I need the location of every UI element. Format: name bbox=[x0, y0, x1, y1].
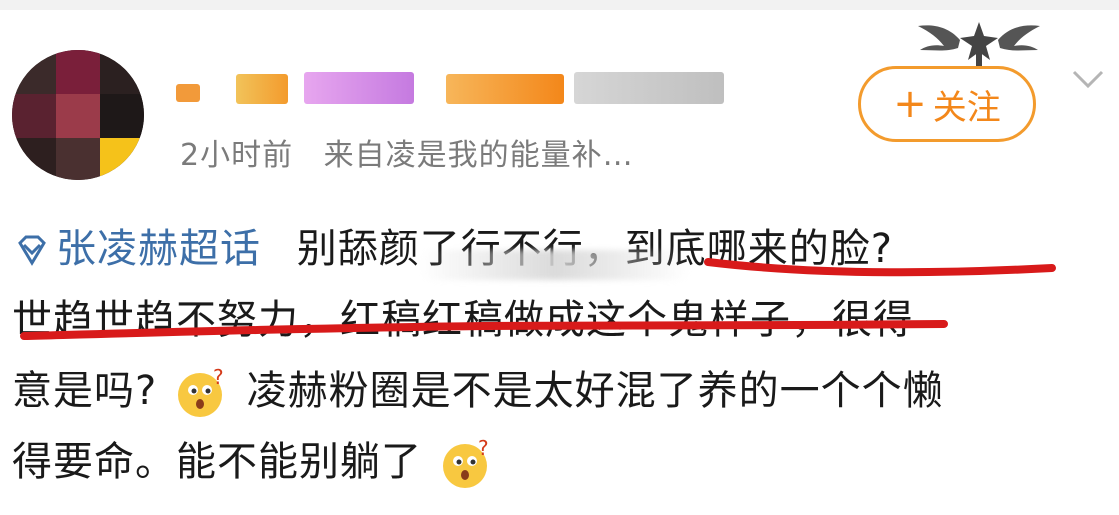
follow-label: 关注 bbox=[932, 87, 1001, 128]
thinking-face-emoji-icon: ? bbox=[442, 437, 490, 488]
post-text-4: 得要命。能不能别躺了 bbox=[12, 439, 422, 485]
avatar[interactable] bbox=[12, 50, 144, 180]
thinking-face-emoji-icon: ? bbox=[177, 366, 225, 417]
blurred-watermark bbox=[420, 250, 690, 280]
supertopic-name: 张凌赫超话 bbox=[56, 226, 261, 272]
post-meta: 2小时前 来自凌是我的能量补… bbox=[180, 130, 634, 174]
fan-badge-icon bbox=[446, 74, 564, 104]
post-line-4: 得要命。能不能别躺了 ? bbox=[12, 427, 498, 498]
post-line-2: 世趋世趋不努力，红稿红稿做成这个鬼样子，很得 bbox=[12, 285, 914, 356]
svg-text:?: ? bbox=[478, 437, 490, 460]
chevron-down-icon[interactable] bbox=[1068, 64, 1108, 94]
source-prefix: 来自 bbox=[323, 138, 386, 173]
svg-text:?: ? bbox=[213, 366, 225, 389]
post-text-2: 世趋世趋不努力，红稿红稿做成这个鬼样子，很得 bbox=[12, 297, 914, 343]
post-line-3: 意是吗? ? 凌赫粉圈是不是太好混了养的一个个懒 bbox=[12, 356, 944, 427]
post-text-3a: 意是吗? bbox=[12, 368, 158, 414]
supertopic-diamond-icon bbox=[18, 235, 46, 266]
supertopic-link[interactable]: 张凌赫超话 bbox=[12, 226, 275, 272]
post-time: 2小时前 bbox=[180, 138, 294, 173]
username-and-badges[interactable] bbox=[176, 68, 736, 108]
weibo-post-card: 2小时前 来自凌是我的能量补… + 关注 张凌赫超话 别舔颜了行不行，到底哪来的… bbox=[0, 0, 1119, 515]
supertopic-badge-icon bbox=[574, 72, 724, 104]
vip-badge-icon bbox=[304, 72, 414, 104]
level-badge-icon bbox=[236, 74, 288, 104]
source-name[interactable]: 凌是我的能量补… bbox=[386, 138, 634, 173]
blurred-username bbox=[176, 84, 200, 102]
plus-icon: + bbox=[893, 81, 927, 127]
post-text-3b: 凌赫粉圈是不是太好混了养的一个个懒 bbox=[246, 368, 944, 414]
wings-cross-ornament-icon bbox=[918, 22, 1040, 68]
follow-button[interactable]: + 关注 bbox=[858, 66, 1036, 142]
